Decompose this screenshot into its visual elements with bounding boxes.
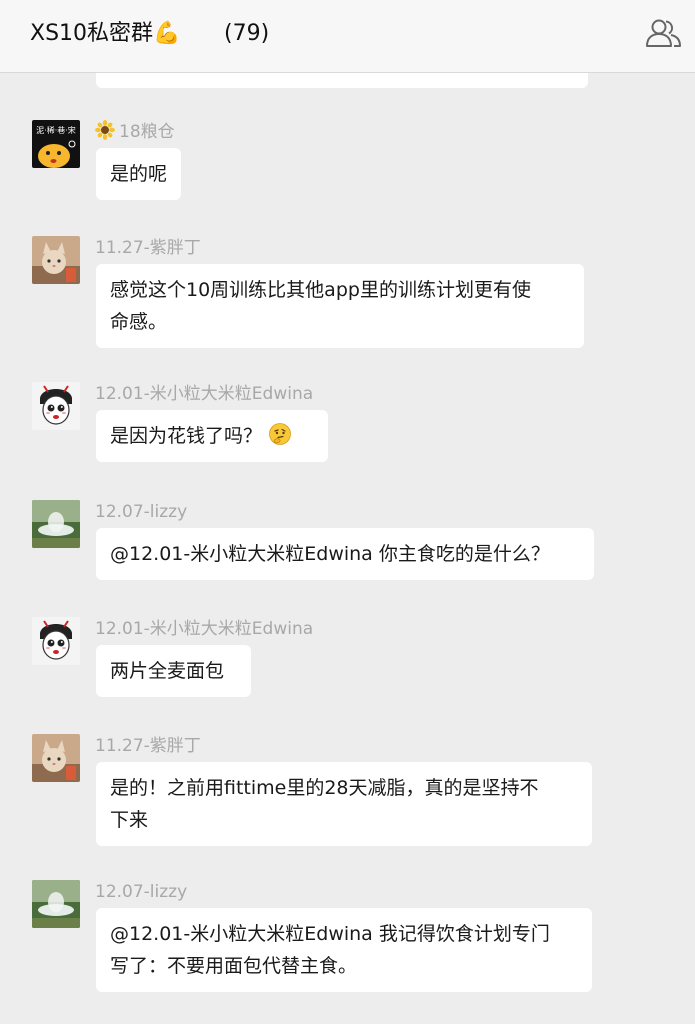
sender-name-text: 18粮仓 [119,122,175,142]
message-bubble[interactable]: @12.01-米小粒大米粒Edwina 你主食吃的是什么？ [96,528,594,580]
message-bubble[interactable]: @12.01-米小粒大米粒Edwina 我记得饮食计划专门 写了：不要用面包代替… [96,908,592,992]
thinking-face-emoji [268,422,292,446]
message-text-line: 感觉这个10周训练比其他app里的训练计划更有使 [110,279,531,301]
group-members-icon[interactable] [644,16,684,52]
message-text-line: @12.01-米小粒大米粒Edwina 我记得饮食计划专门 [110,923,550,945]
message-text-line: 是的！之前用fittime里的28天减脂，真的是坚持不 [110,777,539,799]
message-text-line: 下来 [110,809,149,831]
message-text-line: 写了：不要用面包代替主食。 [110,955,358,977]
message-text: 是的呢 [110,163,168,185]
message-text: 是因为花钱了吗？ [110,425,263,447]
sunflower-icon [95,120,115,140]
sender-name: 12.01-米小粒大米粒Edwina [95,384,314,404]
avatar[interactable] [32,734,80,782]
message-text-line: 命感。 [110,311,168,333]
avatar[interactable]: 泥·稀·巷·宋 [32,120,80,168]
avatar[interactable] [32,382,80,430]
avatar[interactable] [32,617,80,665]
svg-text:泥·稀·巷·宋: 泥·稀·巷·宋 [36,125,76,135]
message-bubble[interactable]: 感觉这个10周训练比其他app里的训练计划更有使 命感。 [96,264,584,348]
sender-name: 11.27-紫胖丁 [95,736,201,756]
group-title: XS10私密群💪 [30,21,181,46]
sender-name: 12.07-lizzy [95,882,188,902]
message-bubble[interactable]: 两片全麦面包 [96,645,251,697]
sender-name: 12.07-lizzy [95,502,188,522]
chat-header: XS10私密群💪 (79) [0,0,695,73]
message-text: @12.01-米小粒大米粒Edwina 你主食吃的是什么？ [110,543,550,565]
message-bubble[interactable]: 是的！之前用fittime里的28天减脂，真的是坚持不 下来 [96,762,592,846]
avatar[interactable] [32,880,80,928]
message-bubble[interactable]: 是因为花钱了吗？ [96,410,328,462]
message-text: 两片全麦面包 [110,660,225,682]
avatar[interactable] [32,500,80,548]
avatar[interactable] [32,236,80,284]
sender-name: 18粮仓 [95,120,175,144]
sender-name: 12.01-米小粒大米粒Edwina [95,619,314,639]
member-count: (79) [224,21,270,46]
sender-name: 11.27-紫胖丁 [95,238,201,258]
message-bubble[interactable]: 是的呢 [96,148,182,200]
